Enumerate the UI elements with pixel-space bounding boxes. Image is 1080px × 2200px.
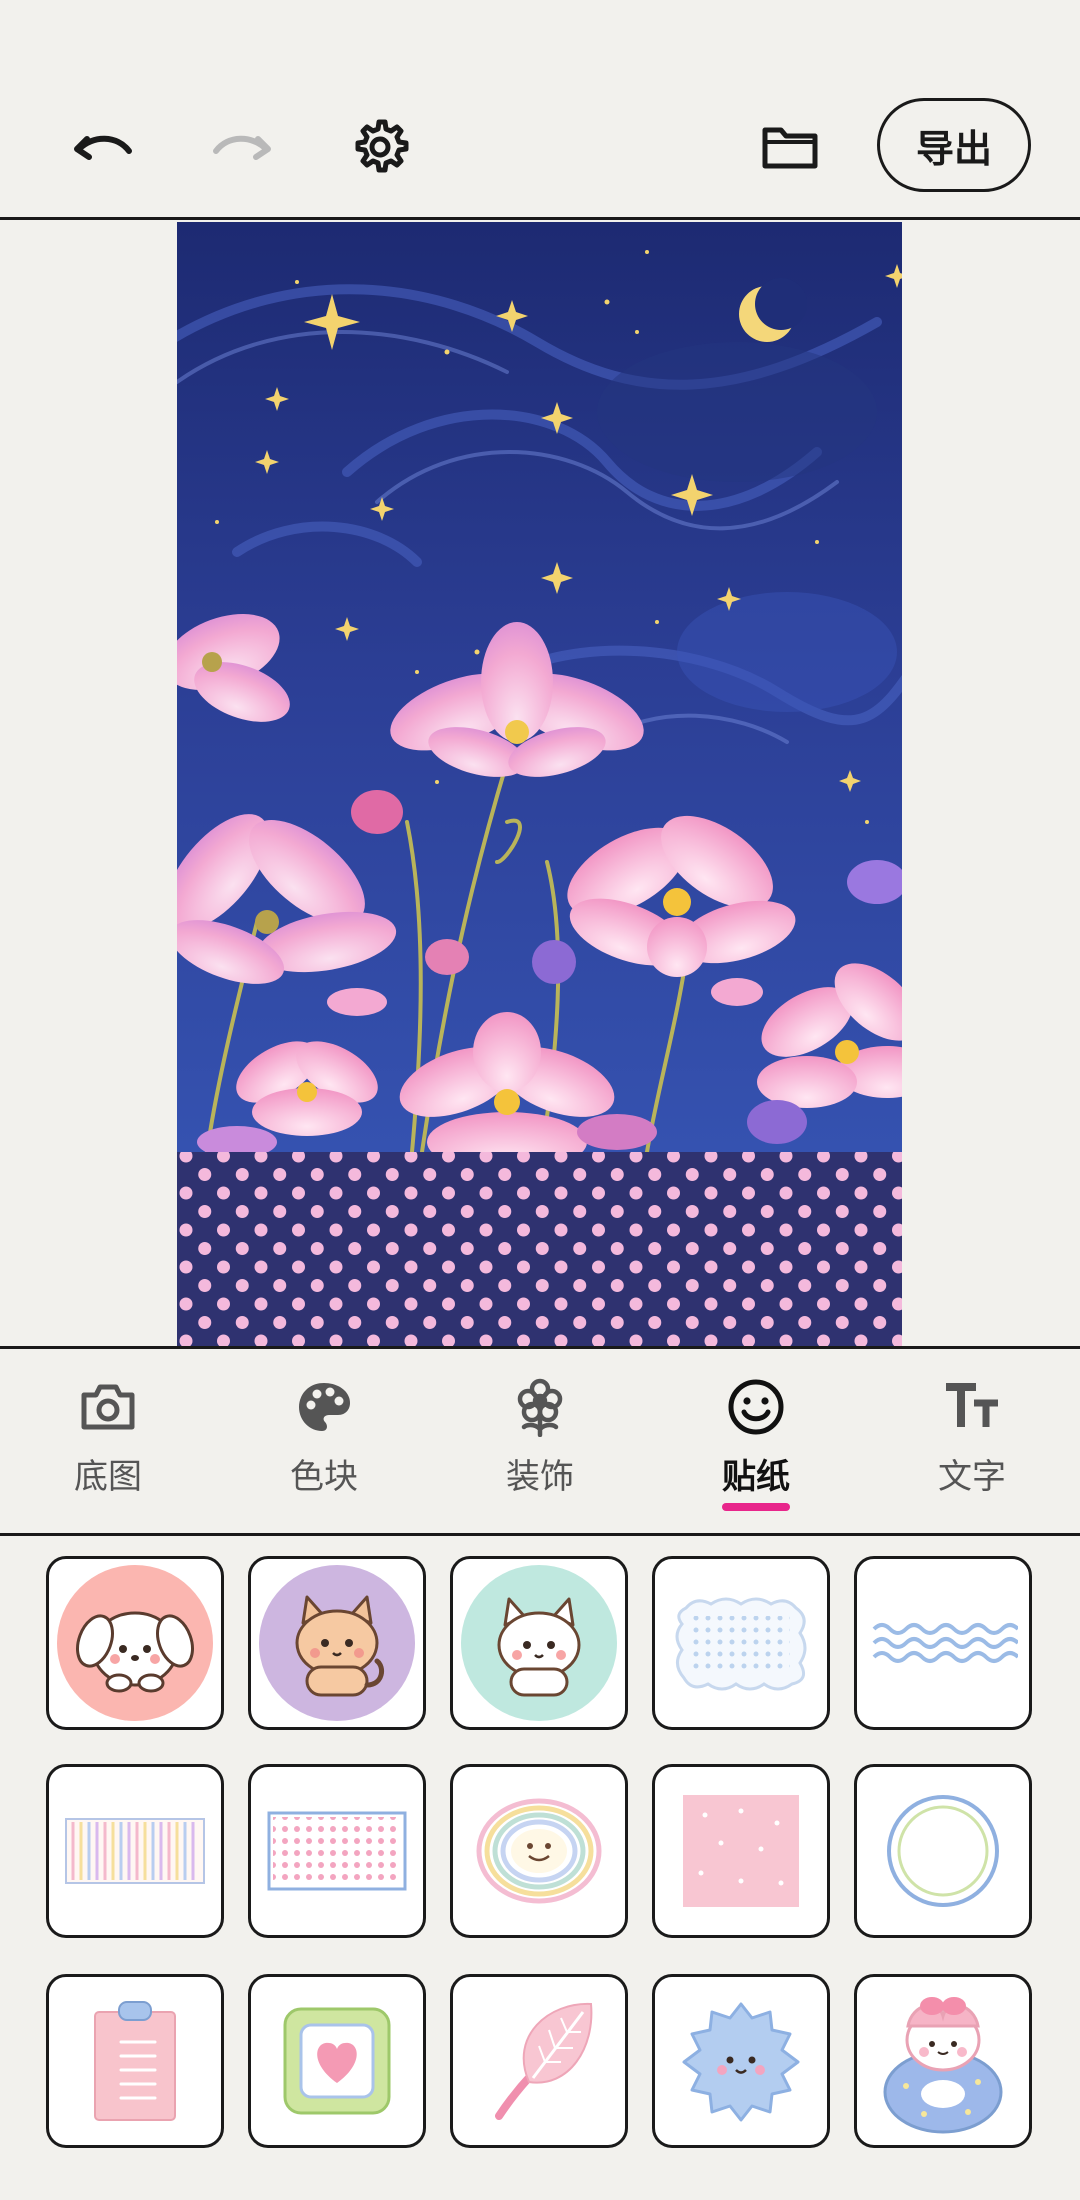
leaf-icon — [495, 2002, 593, 2120]
undo-button[interactable] — [58, 102, 148, 192]
tab-label: 贴纸 — [722, 1457, 790, 1497]
sticker-rainbow-smile[interactable] — [450, 1764, 628, 1938]
tab-decoration[interactable]: 装饰 — [432, 1349, 648, 1533]
settings-button[interactable] — [335, 102, 425, 192]
redo-icon — [213, 135, 271, 160]
pink-square-icon — [683, 1795, 799, 1907]
bunny-donut-icon — [883, 1997, 1003, 2134]
poster-canvas[interactable] — [177, 222, 902, 1346]
heart-frame-icon — [283, 2007, 391, 2115]
sticker-pastel-stripes[interactable] — [46, 1764, 224, 1938]
sticker-blue-cloud-face[interactable] — [652, 1974, 830, 2148]
clipboard-icon — [94, 2001, 176, 2121]
wave-lines-icon — [872, 1623, 1018, 1663]
sticker-pink-clipboard[interactable] — [46, 1974, 224, 2148]
folder-icon — [762, 127, 818, 169]
dotted-cloud-frame-icon — [675, 1597, 807, 1691]
sticker-pink-dotted-square[interactable] — [652, 1764, 830, 1938]
export-button[interactable]: 导出 — [877, 98, 1031, 192]
tab-label: 装饰 — [506, 1457, 574, 1497]
sticker-cat-purple[interactable] — [248, 1556, 426, 1730]
cloud-face-icon — [682, 2002, 800, 2122]
sticker-blue-circle-frame[interactable] — [854, 1764, 1032, 1938]
text-size-icon — [946, 1383, 998, 1427]
active-tab-indicator — [722, 1503, 790, 1511]
cat-sticker-icon — [259, 1565, 415, 1721]
circle-frame-icon — [887, 1795, 999, 1907]
tab-base-image[interactable]: 底图 — [0, 1349, 216, 1533]
tab-text[interactable]: 文字 — [864, 1349, 1080, 1533]
smiley-icon — [728, 1379, 784, 1435]
sticker-puppy-pink[interactable] — [46, 1556, 224, 1730]
starry-night-flower-background[interactable] — [177, 222, 902, 1346]
sticker-bunny-donut[interactable] — [854, 1974, 1032, 2148]
tab-label: 底图 — [74, 1457, 142, 1497]
sticker-pink-dot-frame[interactable] — [248, 1764, 426, 1938]
flower-icon — [517, 1378, 563, 1437]
sticker-cat-mint[interactable] — [450, 1556, 628, 1730]
camera-icon — [81, 1384, 135, 1430]
sticker-heart-frame[interactable] — [248, 1974, 426, 2148]
sticker-pink-leaf[interactable] — [450, 1974, 628, 2148]
tab-label: 文字 — [938, 1457, 1006, 1497]
rainbow-smile-icon — [476, 1798, 602, 1904]
white-cat-sticker-icon — [461, 1565, 617, 1721]
folder-button[interactable] — [745, 102, 835, 192]
canvas-area — [0, 220, 1080, 1348]
tab-label: 色块 — [290, 1457, 358, 1497]
tab-sticker[interactable]: 贴纸 — [648, 1349, 864, 1533]
palette-icon — [299, 1383, 350, 1431]
undo-icon — [74, 135, 132, 160]
stripes-icon — [65, 1818, 205, 1884]
redo-button[interactable] — [197, 102, 287, 192]
sticker-dotted-cloud-frame[interactable] — [652, 1556, 830, 1730]
sticker-grid — [46, 1556, 1034, 2176]
top-toolbar: 导出 — [0, 0, 1080, 220]
tab-color-block[interactable]: 色块 — [216, 1349, 432, 1533]
puppy-sticker-icon — [57, 1565, 213, 1721]
pink-dot-frame-icon — [267, 1811, 407, 1891]
gear-icon — [355, 119, 409, 173]
tool-tab-bar: 底图 色块 装饰 贴纸 文字 — [0, 1346, 1080, 1536]
sticker-blue-waves[interactable] — [854, 1556, 1032, 1730]
